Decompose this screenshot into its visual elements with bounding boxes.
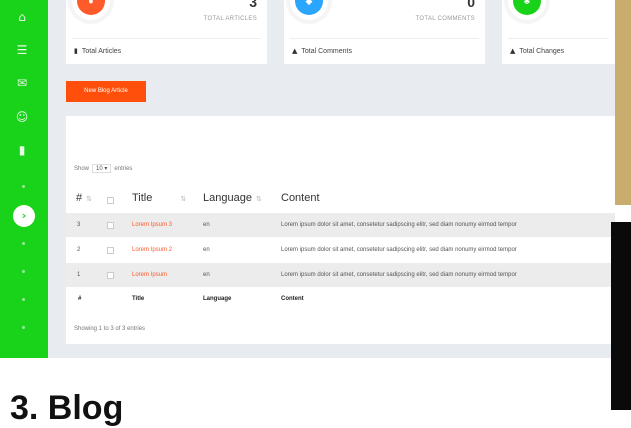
- document-icon: ▮: [74, 47, 78, 55]
- table-info: Showing 1 to 3 of 3 entries: [74, 326, 146, 332]
- side-image: [611, 222, 631, 410]
- row-checkbox[interactable]: [107, 272, 114, 279]
- nav-dot[interactable]: [22, 185, 25, 188]
- entries-select-value: 10: [96, 166, 103, 172]
- stat-card-comments: ◆ 0 TOTAL COMMENTS ▲ Total Comments: [284, 0, 485, 64]
- column-header-language[interactable]: Language ⇅: [203, 192, 262, 204]
- new-blog-article-button[interactable]: New Blog Article: [66, 81, 146, 102]
- table-row[interactable]: 1 Lorem Ipsum en Lorem ipsum dolor sit a…: [66, 263, 615, 287]
- column-header-label: Title: [132, 192, 153, 204]
- column-header-title[interactable]: Title ⇅: [132, 192, 186, 204]
- row-content: Lorem ipsum dolor sit amet, consetetur s…: [281, 247, 517, 253]
- comments-icon: ◆: [295, 0, 323, 15]
- row-number: 1: [77, 272, 81, 278]
- column-header-label: Language: [203, 192, 252, 204]
- articles-panel: Show 10 ▾ entries # ⇅ Title ⇅ Language ⇅ Cont…: [66, 116, 615, 344]
- dashboard-icon[interactable]: ⌂: [14, 10, 30, 24]
- column-header-label: #: [76, 192, 83, 204]
- changes-icon: ▲: [510, 47, 516, 55]
- nav-dot[interactable]: [22, 242, 25, 245]
- comments-icon[interactable]: ✉: [14, 76, 30, 90]
- column-header-content[interactable]: Content: [281, 192, 320, 204]
- stat-footer-label: Total Comments: [301, 48, 352, 55]
- entries-label: entries: [114, 166, 133, 172]
- stat-footer-label: Total Articles: [81, 48, 122, 55]
- stat-card-changes: ♣ ▲ Total Changes: [502, 0, 615, 64]
- sidebar: ⌂ ☰ ✉ ☺ ▮ ›: [0, 0, 48, 358]
- row-title-link[interactable]: Lorem Ipsum: [132, 263, 167, 287]
- footer-column-title: Title: [132, 296, 145, 302]
- stat-footer: ▲ Total Changes: [510, 47, 564, 55]
- entries-length-control: Show 10 ▾ entries: [74, 164, 132, 173]
- fire-icon: ●: [77, 0, 105, 15]
- row-language: en: [203, 247, 210, 253]
- stat-number: 3: [249, 0, 257, 10]
- sort-icon: ⇅: [255, 195, 262, 203]
- side-image: [615, 0, 631, 205]
- row-title-link[interactable]: Lorem Ipsum 3: [132, 213, 172, 237]
- divider: [72, 38, 261, 39]
- stat-footer-label: Total Changes: [519, 48, 565, 55]
- divider: [290, 38, 479, 39]
- nav-dot[interactable]: [22, 270, 25, 273]
- nav-dot[interactable]: [22, 326, 25, 329]
- row-content: Lorem ipsum dolor sit amet, consetetur s…: [281, 272, 517, 278]
- row-language: en: [203, 222, 210, 228]
- stat-number: 0: [467, 0, 475, 10]
- row-language: en: [203, 272, 210, 278]
- table-row[interactable]: 2 Lorem Ipsum 2 en Lorem ipsum dolor sit…: [66, 238, 615, 262]
- select-all-checkbox[interactable]: [107, 197, 114, 204]
- sort-icon: ⇅: [86, 195, 92, 203]
- active-nav-icon[interactable]: ›: [13, 205, 35, 227]
- stat-footer: ▲ Total Comments: [292, 47, 352, 55]
- row-checkbox[interactable]: [107, 247, 114, 254]
- entries-select[interactable]: 10 ▾: [92, 164, 112, 173]
- row-number: 2: [77, 247, 81, 253]
- column-header-number[interactable]: # ⇅: [76, 192, 92, 204]
- stat-footer: ▮ Total Articles: [74, 47, 121, 55]
- footer-column-language: Language: [203, 296, 232, 302]
- document-icon[interactable]: ▮: [14, 143, 30, 157]
- stat-icon-wrapper: ♣: [508, 0, 546, 20]
- changes-icon: ♣: [513, 0, 541, 15]
- stat-icon-wrapper: ◆: [290, 0, 328, 20]
- comments-icon: ▲: [292, 47, 298, 55]
- users-icon[interactable]: ☺: [14, 110, 30, 124]
- row-title-link[interactable]: Lorem Ipsum 2: [132, 238, 172, 262]
- row-checkbox[interactable]: [107, 222, 114, 229]
- footer-column-content: Content: [281, 296, 304, 302]
- column-header-label: Content: [281, 192, 320, 204]
- list-icon[interactable]: ☰: [14, 43, 30, 57]
- row-number: 3: [77, 222, 81, 228]
- row-content: Lorem ipsum dolor sit amet, consetetur s…: [281, 222, 517, 228]
- nav-dot[interactable]: [22, 298, 25, 301]
- stat-card-articles: ● 3 TOTAL ARTICLES ▮ Total Articles: [66, 0, 267, 64]
- stat-caption: TOTAL ARTICLES: [203, 16, 257, 22]
- section-headline: 3. Blog: [10, 389, 124, 427]
- stat-icon-wrapper: ●: [72, 0, 110, 20]
- sort-icon: ⇅: [180, 195, 187, 203]
- show-label: Show: [74, 166, 90, 172]
- table-row[interactable]: 3 Lorem Ipsum 3 en Lorem ipsum dolor sit…: [66, 213, 615, 237]
- stat-caption: TOTAL COMMENTS: [415, 16, 475, 22]
- footer-column-number: #: [78, 296, 82, 302]
- divider: [508, 38, 609, 39]
